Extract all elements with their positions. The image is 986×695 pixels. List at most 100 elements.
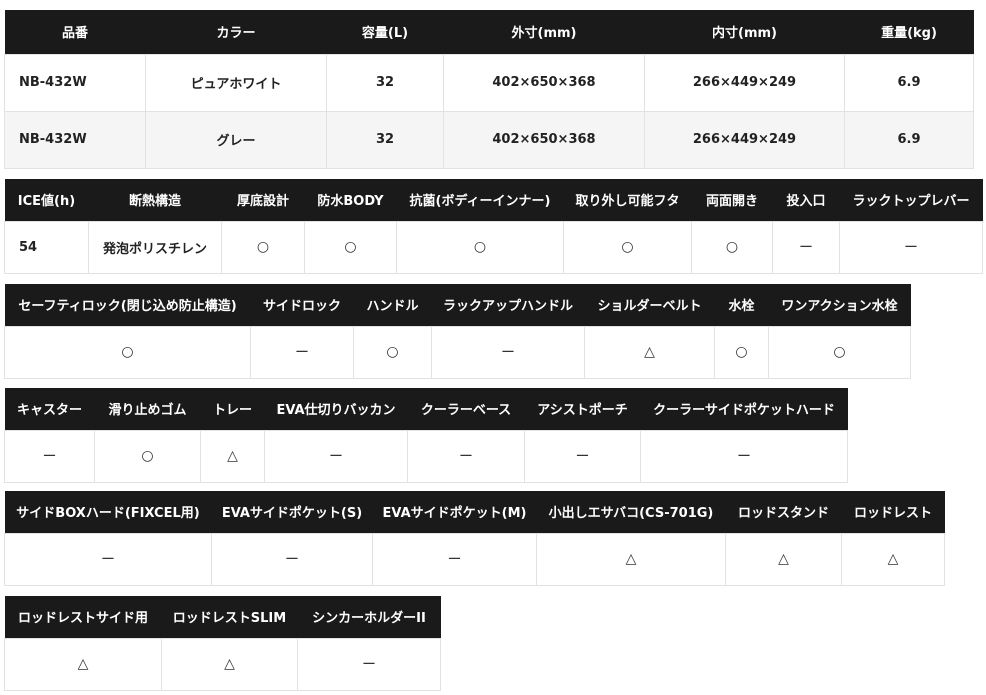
- table-row: ○ ー ○ ー △ ○ ○: [4, 325, 911, 379]
- table-cell: 6.9: [844, 53, 974, 112]
- header-cell: ワンアクション水栓: [768, 284, 911, 326]
- header-cell: ハンドル: [353, 284, 432, 326]
- table-cell: ー: [431, 325, 585, 379]
- header-cell: EVAサイドポケット(M): [372, 491, 537, 533]
- table-cell: ○: [221, 220, 305, 274]
- table-cell: ○: [353, 325, 432, 379]
- table-cell: ○: [714, 325, 769, 379]
- table-cell: ー: [772, 220, 840, 274]
- table-cell: 6.9: [844, 110, 974, 169]
- table-cell: NB-432W: [4, 110, 146, 169]
- header-cell: 投入口: [772, 179, 840, 221]
- header-cell: ICE値(h): [4, 179, 89, 221]
- header-cell: キャスター: [4, 388, 95, 430]
- table-cell: 32: [326, 53, 444, 112]
- table-cell: △: [536, 532, 726, 586]
- header-cell: 品番: [4, 10, 146, 54]
- header-cell: 両面開き: [691, 179, 773, 221]
- header-cell: ラックトップレバー: [839, 179, 983, 221]
- table-row: NB-432W グレー 32 402×650×368 266×449×249 6…: [4, 110, 974, 169]
- table-cell: △: [4, 637, 162, 691]
- header-cell: 外寸(mm): [443, 10, 645, 54]
- header-cell: 厚底設計: [221, 179, 305, 221]
- header-cell: ロッドスタンド: [725, 491, 842, 533]
- table-cell: △: [161, 637, 298, 691]
- table-header-row: ロッドレストサイド用 ロッドレストSLIM シンカーホルダーII: [4, 596, 441, 638]
- spec-table-features-1: ICE値(h) 断熱構造 厚底設計 防水BODY 抗菌(ボディーインナー) 取り…: [4, 179, 983, 274]
- spec-table-options-1: サイドBOXハード(FIXCEL用) EVAサイドポケット(S) EVAサイドポ…: [4, 491, 945, 586]
- table-cell: 32: [326, 110, 444, 169]
- table-cell: ー: [264, 429, 408, 483]
- header-cell: 内寸(mm): [644, 10, 845, 54]
- table-cell: 402×650×368: [443, 53, 645, 112]
- table-cell: △: [200, 429, 265, 483]
- table-cell: ○: [691, 220, 773, 274]
- header-cell: セーフティロック(閉じ込め防止構造): [4, 284, 251, 326]
- table-cell: ー: [407, 429, 525, 483]
- table-cell: ○: [768, 325, 911, 379]
- table-row: 54 発泡ポリスチレン ○ ○ ○ ○ ○ ー ー: [4, 220, 983, 274]
- table-cell: ー: [250, 325, 354, 379]
- header-cell: 防水BODY: [304, 179, 397, 221]
- table-cell: グレー: [145, 110, 327, 169]
- table-header-row: キャスター 滑り止めゴム トレー EVA仕切りバッカン クーラーベース アシスト…: [4, 388, 848, 430]
- table-cell: ー: [4, 532, 212, 586]
- spec-table-features-2: セーフティロック(閉じ込め防止構造) サイドロック ハンドル ラックアップハンド…: [4, 284, 911, 379]
- header-cell: 容量(L): [326, 10, 444, 54]
- table-cell: 266×449×249: [644, 53, 845, 112]
- header-cell: アシストポーチ: [524, 388, 641, 430]
- table-row: △ △ ー: [4, 637, 441, 691]
- table-cell: ○: [94, 429, 201, 483]
- table-header-row: 品番 カラー 容量(L) 外寸(mm) 内寸(mm) 重量(kg): [4, 10, 974, 54]
- header-cell: クーラーベース: [407, 388, 525, 430]
- table-row: NB-432W ピュアホワイト 32 402×650×368 266×449×2…: [4, 53, 974, 112]
- header-cell: 小出しエサバコ(CS-701G): [536, 491, 726, 533]
- spec-table-features-3: キャスター 滑り止めゴム トレー EVA仕切りバッカン クーラーベース アシスト…: [4, 388, 848, 483]
- header-cell: 抗菌(ボディーインナー): [396, 179, 564, 221]
- table-cell: △: [725, 532, 842, 586]
- header-cell: ロッドレストサイド用: [4, 596, 162, 638]
- header-cell: 水栓: [714, 284, 769, 326]
- table-row: ー ○ △ ー ー ー ー: [4, 429, 848, 483]
- header-cell: ロッドレスト: [841, 491, 945, 533]
- table-cell: ー: [4, 429, 95, 483]
- spec-table-options-2: ロッドレストサイド用 ロッドレストSLIM シンカーホルダーII △ △ ー: [4, 596, 441, 691]
- header-cell: シンカーホルダーII: [297, 596, 441, 638]
- table-row: ー ー ー △ △ △: [4, 532, 945, 586]
- table-cell: 発泡ポリスチレン: [88, 220, 222, 274]
- table-cell: ○: [396, 220, 564, 274]
- table-cell: NB-432W: [4, 53, 146, 112]
- header-cell: サイドロック: [250, 284, 354, 326]
- header-cell: ラックアップハンドル: [431, 284, 585, 326]
- table-cell: ー: [297, 637, 441, 691]
- header-cell: EVA仕切りバッカン: [264, 388, 408, 430]
- header-cell: 断熱構造: [88, 179, 222, 221]
- header-cell: ショルダーベルト: [584, 284, 715, 326]
- table-header-row: セーフティロック(閉じ込め防止構造) サイドロック ハンドル ラックアップハンド…: [4, 284, 911, 326]
- table-cell: 402×650×368: [443, 110, 645, 169]
- table-cell: ー: [524, 429, 641, 483]
- header-cell: 滑り止めゴム: [94, 388, 201, 430]
- table-cell: 54: [4, 220, 89, 274]
- table-cell: ○: [304, 220, 397, 274]
- table-cell: ピュアホワイト: [145, 53, 327, 112]
- spec-table-basic: 品番 カラー 容量(L) 外寸(mm) 内寸(mm) 重量(kg) NB-432…: [4, 10, 974, 169]
- header-cell: 重量(kg): [844, 10, 974, 54]
- table-cell: 266×449×249: [644, 110, 845, 169]
- header-cell: 取り外し可能フタ: [563, 179, 692, 221]
- table-cell: △: [584, 325, 715, 379]
- table-cell: ○: [4, 325, 251, 379]
- header-cell: クーラーサイドポケットハード: [640, 388, 848, 430]
- table-cell: ー: [211, 532, 373, 586]
- header-cell: トレー: [200, 388, 265, 430]
- header-cell: サイドBOXハード(FIXCEL用): [4, 491, 212, 533]
- table-header-row: サイドBOXハード(FIXCEL用) EVAサイドポケット(S) EVAサイドポ…: [4, 491, 945, 533]
- header-cell: EVAサイドポケット(S): [211, 491, 373, 533]
- table-header-row: ICE値(h) 断熱構造 厚底設計 防水BODY 抗菌(ボディーインナー) 取り…: [4, 179, 983, 221]
- table-cell: ー: [839, 220, 983, 274]
- table-cell: ー: [372, 532, 537, 586]
- table-cell: ○: [563, 220, 692, 274]
- table-cell: △: [841, 532, 945, 586]
- table-cell: ー: [640, 429, 848, 483]
- header-cell: カラー: [145, 10, 327, 54]
